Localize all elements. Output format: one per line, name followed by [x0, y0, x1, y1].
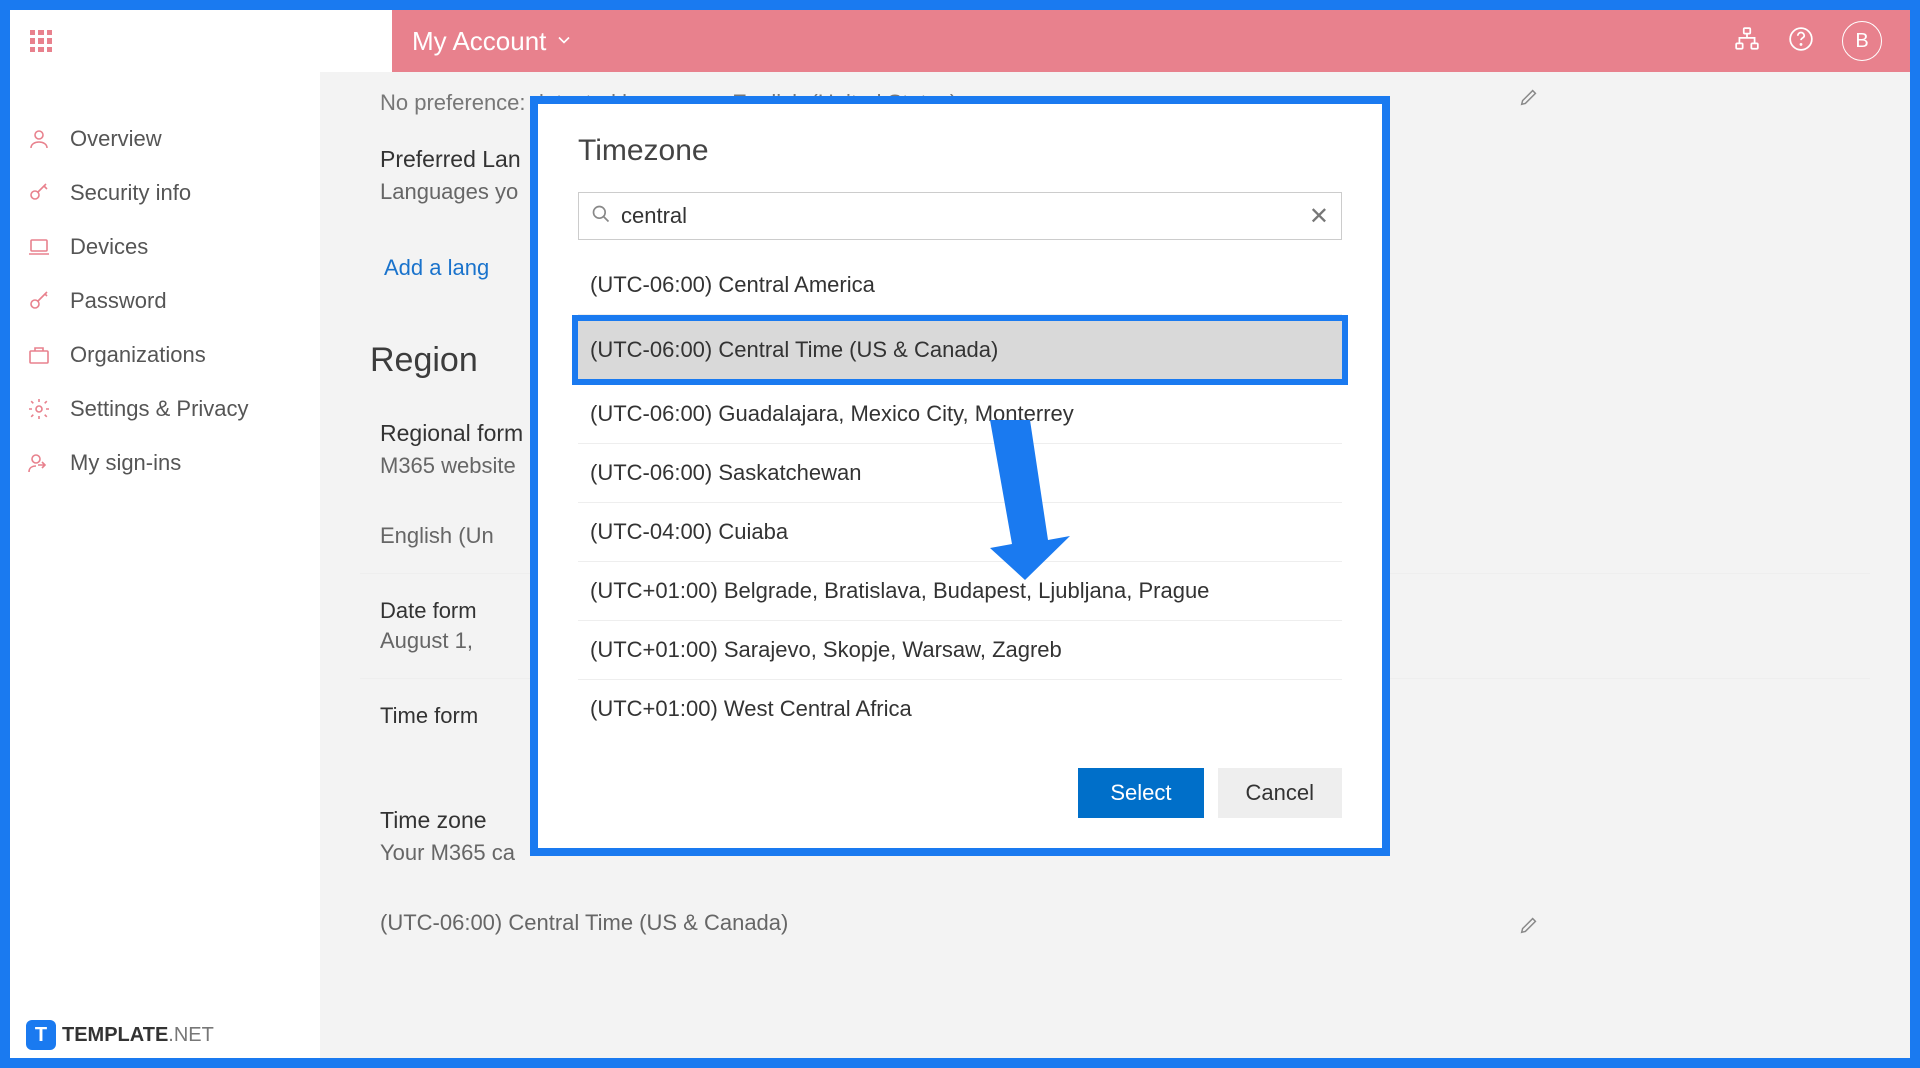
person-icon: [26, 126, 52, 152]
sidebar-item-my-sign-ins[interactable]: My sign-ins: [10, 436, 320, 490]
timezone-list: (UTC-06:00) Central America (UTC-06:00) …: [578, 256, 1342, 738]
watermark-badge: T: [26, 1020, 56, 1050]
sidebar-item-security-info[interactable]: Security info: [10, 166, 320, 220]
timezone-option[interactable]: (UTC-04:00) Cuiaba: [578, 503, 1342, 562]
search-icon: [591, 204, 611, 229]
edit-icon[interactable]: [1518, 914, 1540, 941]
top-bar: My Account B: [10, 10, 1910, 72]
timezone-option[interactable]: (UTC-06:00) Central America: [578, 256, 1342, 315]
help-icon[interactable]: [1788, 26, 1814, 57]
key-icon: [26, 288, 52, 314]
watermark: T TEMPLATE.NET: [26, 1020, 214, 1050]
waffle-icon: [30, 30, 52, 52]
timezone-current-value: (UTC-06:00) Central Time (US & Canada): [380, 910, 1850, 936]
watermark-bold: TEMPLATE: [62, 1024, 168, 1046]
sidebar-item-label: Devices: [70, 234, 148, 260]
timezone-option[interactable]: (UTC+01:00) Belgrade, Bratislava, Budape…: [578, 562, 1342, 621]
sidebar-item-label: Settings & Privacy: [70, 396, 249, 422]
clear-icon[interactable]: ✕: [1309, 202, 1329, 231]
timezone-option[interactable]: (UTC+01:00) Sarajevo, Skopje, Warsaw, Za…: [578, 621, 1342, 680]
signin-icon: [26, 450, 52, 476]
timezone-option[interactable]: (UTC-06:00) Guadalajara, Mexico City, Mo…: [578, 385, 1342, 444]
watermark-text: TEMPLATE.NET: [62, 1024, 214, 1047]
sidebar-item-label: Overview: [70, 126, 162, 152]
avatar-button[interactable]: B: [1842, 21, 1882, 61]
edit-icon[interactable]: [1518, 86, 1540, 114]
briefcase-icon: [26, 342, 52, 368]
gear-icon: [26, 396, 52, 422]
chevron-down-icon: [554, 26, 574, 57]
cancel-button[interactable]: Cancel: [1218, 768, 1342, 818]
sidebar-item-label: Password: [70, 288, 167, 314]
timezone-search-box[interactable]: ✕: [578, 192, 1342, 240]
sidebar: Overview Security info Devices Password …: [10, 72, 320, 1058]
laptop-icon: [26, 234, 52, 260]
sidebar-item-devices[interactable]: Devices: [10, 220, 320, 274]
app-launcher-button[interactable]: [10, 10, 72, 72]
security-icon: [26, 180, 52, 206]
sidebar-item-settings-privacy[interactable]: Settings & Privacy: [10, 382, 320, 436]
sidebar-item-organizations[interactable]: Organizations: [10, 328, 320, 382]
timezone-search-input[interactable]: [621, 203, 1309, 229]
sitemap-icon[interactable]: [1734, 26, 1760, 57]
select-button[interactable]: Select: [1078, 768, 1203, 818]
sidebar-item-label: My sign-ins: [70, 450, 181, 476]
timezone-option[interactable]: (UTC-06:00) Central Time (US & Canada): [578, 321, 1342, 379]
timezone-option-highlighted: (UTC-06:00) Central Time (US & Canada): [572, 315, 1348, 385]
header-spacer: [72, 10, 392, 72]
timezone-modal: Timezone ✕ (UTC-06:00) Central America (…: [530, 96, 1390, 856]
timezone-option[interactable]: (UTC+01:00) West Central Africa: [578, 680, 1342, 738]
sidebar-item-overview[interactable]: Overview: [10, 112, 320, 166]
header-title: My Account: [412, 26, 546, 57]
avatar-initial: B: [1855, 30, 1868, 53]
sidebar-item-label: Organizations: [70, 342, 206, 368]
sidebar-item-label: Security info: [70, 180, 191, 206]
modal-title: Timezone: [578, 134, 1342, 168]
sidebar-item-password[interactable]: Password: [10, 274, 320, 328]
watermark-light: .NET: [168, 1024, 214, 1046]
header-title-dropdown[interactable]: My Account: [392, 10, 1734, 72]
timezone-option[interactable]: (UTC-06:00) Saskatchewan: [578, 444, 1342, 503]
